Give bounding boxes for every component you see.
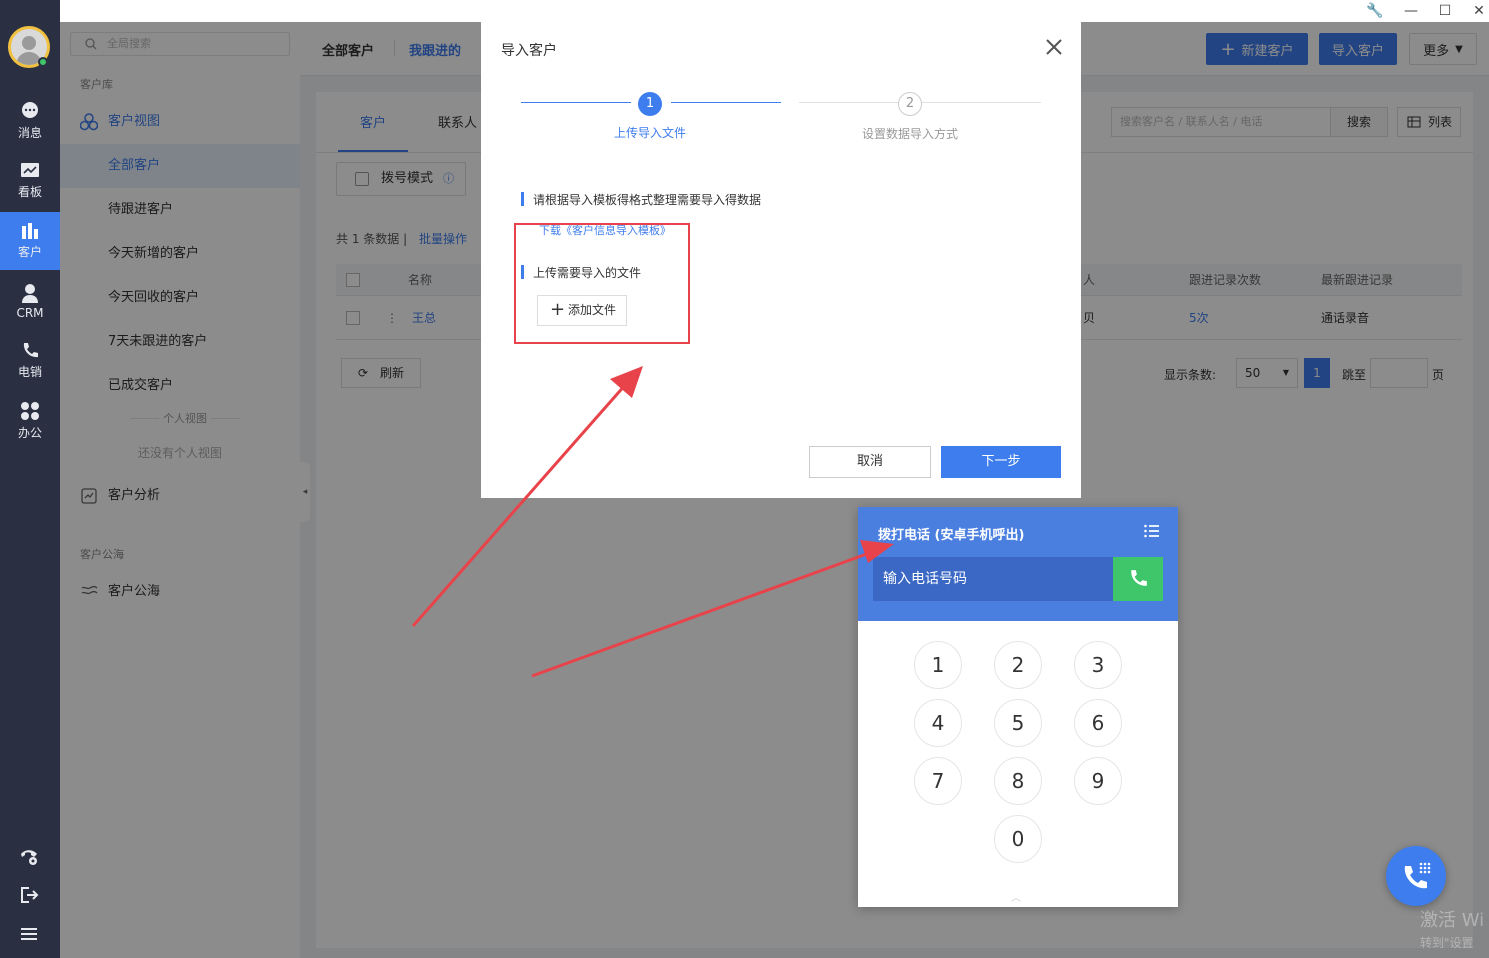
window-titlebar: 🔧 — ☐ ✕ bbox=[60, 0, 1489, 22]
dial-key-9[interactable]: 9 bbox=[1074, 757, 1122, 805]
step-line bbox=[521, 102, 631, 103]
phone-number-input[interactable]: 输入电话号码 bbox=[873, 557, 1113, 601]
close-icon[interactable] bbox=[1045, 38, 1063, 60]
instruction-text: 请根据导入模板得格式整理需要导入得数据 bbox=[533, 193, 762, 207]
step-2-circle: 2 bbox=[898, 92, 922, 116]
dialpad-panel: 拨打电话 (安卓手机呼出) 输入电话号码 1 2 3 4 5 6 7 8 9 0… bbox=[858, 507, 1178, 907]
rail-label: 电销 bbox=[17, 365, 42, 379]
dialog-title: 导入客户 bbox=[501, 43, 557, 59]
rail-item-dashboard[interactable]: 看板 bbox=[0, 152, 60, 210]
dial-key-0[interactable]: 0 bbox=[994, 815, 1042, 863]
watermark-line1: 激活 Wi bbox=[1420, 910, 1485, 931]
crm-icon bbox=[22, 283, 38, 303]
floating-dialer-button[interactable] bbox=[1386, 846, 1446, 906]
rail-label: 看板 bbox=[17, 185, 42, 199]
call-button[interactable] bbox=[1113, 557, 1163, 601]
cancel-button[interactable]: 取消 bbox=[809, 446, 931, 478]
dial-key-5[interactable]: 5 bbox=[994, 699, 1042, 747]
apps-icon bbox=[21, 402, 39, 420]
online-status-dot bbox=[38, 57, 48, 67]
step-1-label: 上传导入文件 bbox=[613, 126, 686, 140]
maximize-icon[interactable]: ☐ bbox=[1436, 2, 1454, 20]
chevron-up-icon[interactable]: ︿ bbox=[1011, 889, 1021, 904]
message-icon bbox=[22, 102, 38, 118]
dialer-icon bbox=[1404, 862, 1431, 889]
dial-key-4[interactable]: 4 bbox=[914, 699, 962, 747]
dial-key-1[interactable]: 1 bbox=[914, 641, 962, 689]
rail-item-office[interactable]: 办公 bbox=[0, 392, 60, 450]
phone-icon bbox=[23, 343, 38, 358]
step-line bbox=[921, 102, 1041, 103]
wrench-icon[interactable]: 🔧 bbox=[1366, 2, 1384, 20]
rail-label: CRM bbox=[16, 305, 44, 320]
menu-icon[interactable] bbox=[19, 926, 39, 946]
minimize-icon[interactable]: — bbox=[1402, 2, 1420, 20]
dial-key-7[interactable]: 7 bbox=[914, 757, 962, 805]
step-line bbox=[799, 102, 899, 103]
dashboard-icon bbox=[21, 163, 39, 177]
rail-label: 办公 bbox=[17, 426, 42, 440]
rail-item-telesales[interactable]: 电销 bbox=[0, 332, 60, 390]
phone-icon bbox=[1131, 570, 1147, 586]
next-step-button[interactable]: 下一步 bbox=[941, 446, 1061, 478]
customer-icon bbox=[22, 223, 38, 239]
highlight-box bbox=[514, 223, 690, 344]
rail-label: 客户 bbox=[17, 245, 42, 259]
watermark-line2: 转到"设置 bbox=[1420, 936, 1474, 950]
rail-item-crm[interactable]: CRM bbox=[0, 272, 60, 330]
step-line bbox=[671, 102, 781, 103]
nav-rail: 消息 看板 客户 CRM 电销 办公 bbox=[0, 0, 60, 958]
section-marker bbox=[521, 192, 524, 206]
list-icon[interactable] bbox=[1144, 524, 1160, 542]
step-1-circle: 1 bbox=[638, 92, 662, 116]
rail-label: 消息 bbox=[17, 126, 42, 140]
rail-item-customers[interactable]: 客户 bbox=[0, 212, 60, 270]
close-window-icon[interactable]: ✕ bbox=[1470, 2, 1488, 20]
dialpad-title: 拨打电话 (安卓手机呼出) bbox=[878, 528, 1025, 543]
logout-icon[interactable] bbox=[19, 886, 39, 908]
dial-key-3[interactable]: 3 bbox=[1074, 641, 1122, 689]
import-customer-dialog: 导入客户 1 上传导入文件 2 设置数据导入方式 请根据导入模板得格式整理需要导… bbox=[481, 22, 1081, 498]
dial-key-6[interactable]: 6 bbox=[1074, 699, 1122, 747]
rail-item-messages[interactable]: 消息 bbox=[0, 92, 60, 150]
dial-key-2[interactable]: 2 bbox=[994, 641, 1042, 689]
phone-settings-icon[interactable] bbox=[19, 848, 39, 870]
step-2-label: 设置数据导入方式 bbox=[861, 127, 958, 141]
dial-key-8[interactable]: 8 bbox=[994, 757, 1042, 805]
